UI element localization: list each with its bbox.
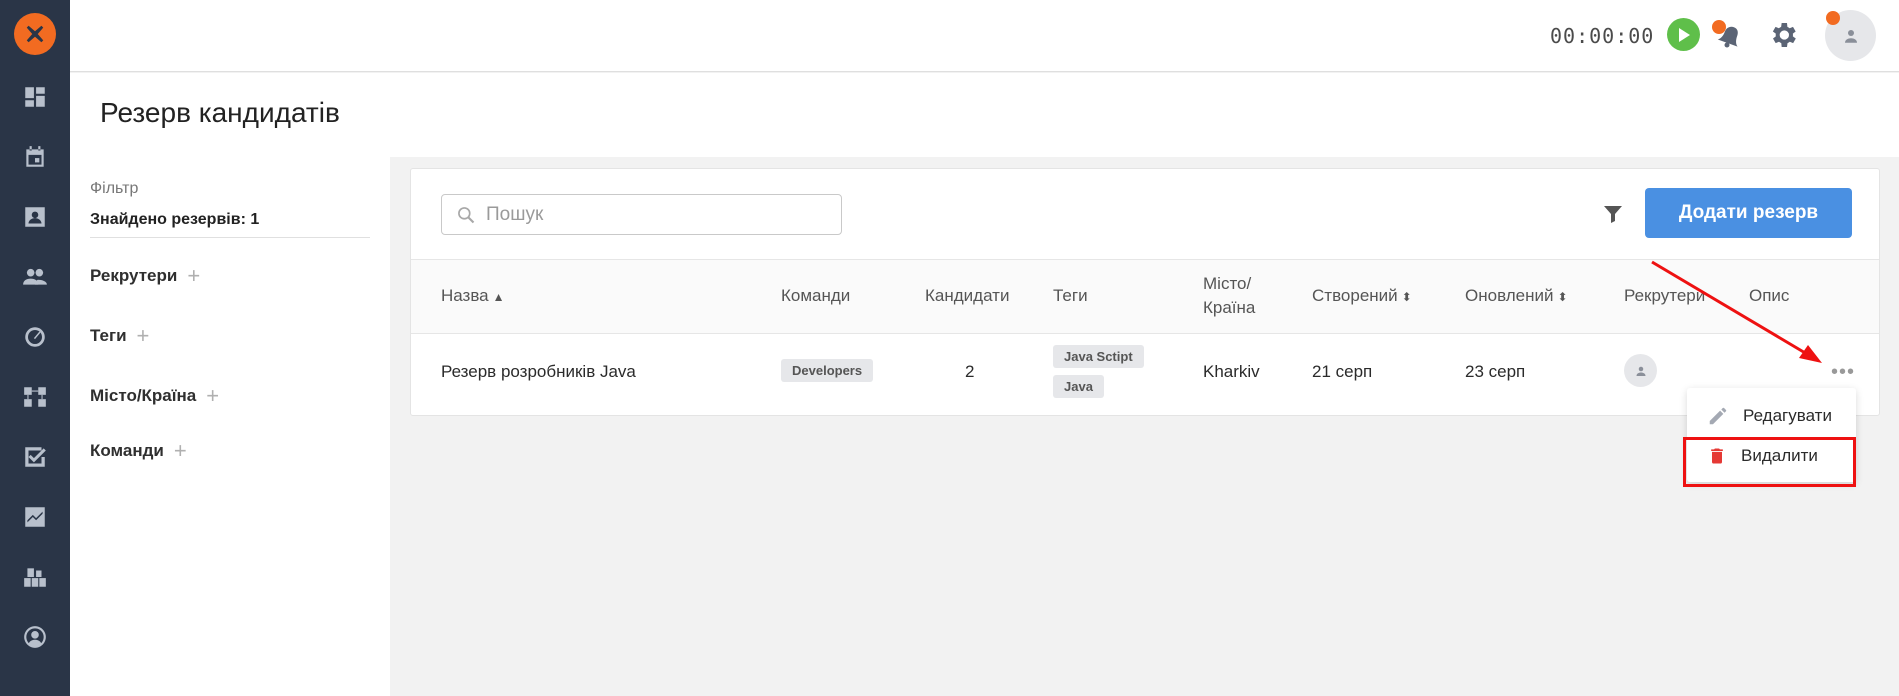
table-row[interactable]: Резерв розробників Java Developers 2 Jav… (411, 335, 1879, 415)
plus-icon[interactable]: + (174, 440, 187, 462)
col-recruiters: Рекрутери (1624, 286, 1706, 305)
filter-group-label: Рекрутери (90, 266, 178, 285)
col-label: Місто/ (1203, 274, 1252, 293)
col-label: Оновлений (1465, 286, 1554, 305)
sort-icon: ⬍ (1557, 290, 1568, 304)
avatar-status-dot (1826, 11, 1840, 25)
search-input[interactable] (486, 203, 826, 226)
more-options-icon[interactable]: ••• (1831, 361, 1855, 384)
col-description: Опис (1749, 286, 1790, 305)
candidates-count: 2 (965, 362, 975, 381)
play-icon[interactable] (1667, 18, 1700, 51)
edit-label: Редагувати (1743, 406, 1832, 425)
col-label: Назва (441, 286, 489, 305)
filter-panel: Фільтр Знайдено резервів: 1 Рекрутери + … (70, 157, 390, 696)
calendar-icon[interactable] (21, 143, 49, 171)
edit-menu-item[interactable]: Редагувати (1687, 396, 1856, 436)
sidebar (0, 0, 70, 696)
checkbox-icon[interactable] (21, 443, 49, 471)
logo-x-icon[interactable] (14, 13, 56, 55)
chart-icon[interactable] (21, 503, 49, 531)
city-value: Kharkiv (1203, 362, 1260, 381)
plus-icon[interactable]: + (137, 325, 150, 347)
col-label: Країна (1203, 298, 1256, 317)
reserves-card: Додати резерв Назва▲ Команди Кандидати Т… (410, 168, 1880, 416)
search-icon (458, 206, 475, 223)
filter-group-teams[interactable]: Команди + (90, 440, 187, 462)
reserve-name[interactable]: Резерв розробників Java (441, 362, 636, 382)
page-header: Резерв кандидатів (70, 73, 1899, 157)
filter-group-recruiters[interactable]: Рекрутери + (90, 265, 200, 287)
search-box[interactable] (441, 194, 842, 235)
filter-label: Фільтр (90, 180, 139, 197)
col-created[interactable]: Створений ⬍ (1312, 284, 1412, 309)
gear-icon[interactable] (1767, 19, 1799, 51)
filter-icon[interactable] (1601, 202, 1625, 226)
account-icon[interactable] (21, 623, 49, 651)
tag-chip: Java (1053, 375, 1104, 398)
filter-group-tags[interactable]: Теги + (90, 325, 149, 347)
tag-chip: Java Sctipt (1053, 345, 1144, 368)
recruiter-avatar[interactable] (1624, 354, 1657, 387)
team-chip: Developers (781, 359, 874, 382)
people-icon[interactable] (21, 263, 49, 291)
page-title: Резерв кандидатів (100, 97, 340, 128)
updated-date: 23 серп (1465, 362, 1526, 381)
col-tags: Теги (1053, 286, 1088, 305)
divider (90, 237, 370, 238)
col-updated[interactable]: Оновлений ⬍ (1465, 284, 1568, 309)
dashboard-icon[interactable] (21, 83, 49, 111)
sort-icon: ⬍ (1401, 290, 1412, 304)
sort-asc-icon: ▲ (492, 290, 505, 304)
filter-group-city[interactable]: Місто/Країна + (90, 385, 219, 407)
filter-group-label: Команди (90, 441, 164, 460)
filter-group-label: Місто/Країна (90, 386, 197, 405)
pencil-icon (1709, 407, 1727, 425)
col-name[interactable]: Назва ▲ (441, 284, 505, 309)
col-teams: Команди (781, 286, 851, 305)
col-city: Місто/ Країна (1203, 272, 1255, 320)
filter-group-label: Теги (90, 326, 127, 345)
boxes-icon[interactable] (21, 563, 49, 591)
annotation-highlight-box (1683, 437, 1856, 487)
col-label: Створений (1312, 286, 1398, 305)
plus-icon[interactable]: + (187, 265, 200, 287)
created-date: 21 серп (1312, 362, 1373, 381)
found-count: Знайдено резервів: 1 (90, 211, 260, 228)
add-reserve-button[interactable]: Додати резерв (1645, 188, 1852, 238)
timer-display: 00:00:00 (1550, 24, 1655, 48)
speed-icon[interactable] (21, 323, 49, 351)
plus-icon[interactable]: + (206, 385, 219, 407)
contacts-icon[interactable] (21, 203, 49, 231)
table-header: Назва ▲ Команди Кандидати Теги Місто/ Кра… (411, 259, 1879, 334)
workflow-icon[interactable] (21, 383, 49, 411)
notification-dot (1712, 20, 1726, 34)
col-candidates: Кандидати (925, 286, 1010, 305)
